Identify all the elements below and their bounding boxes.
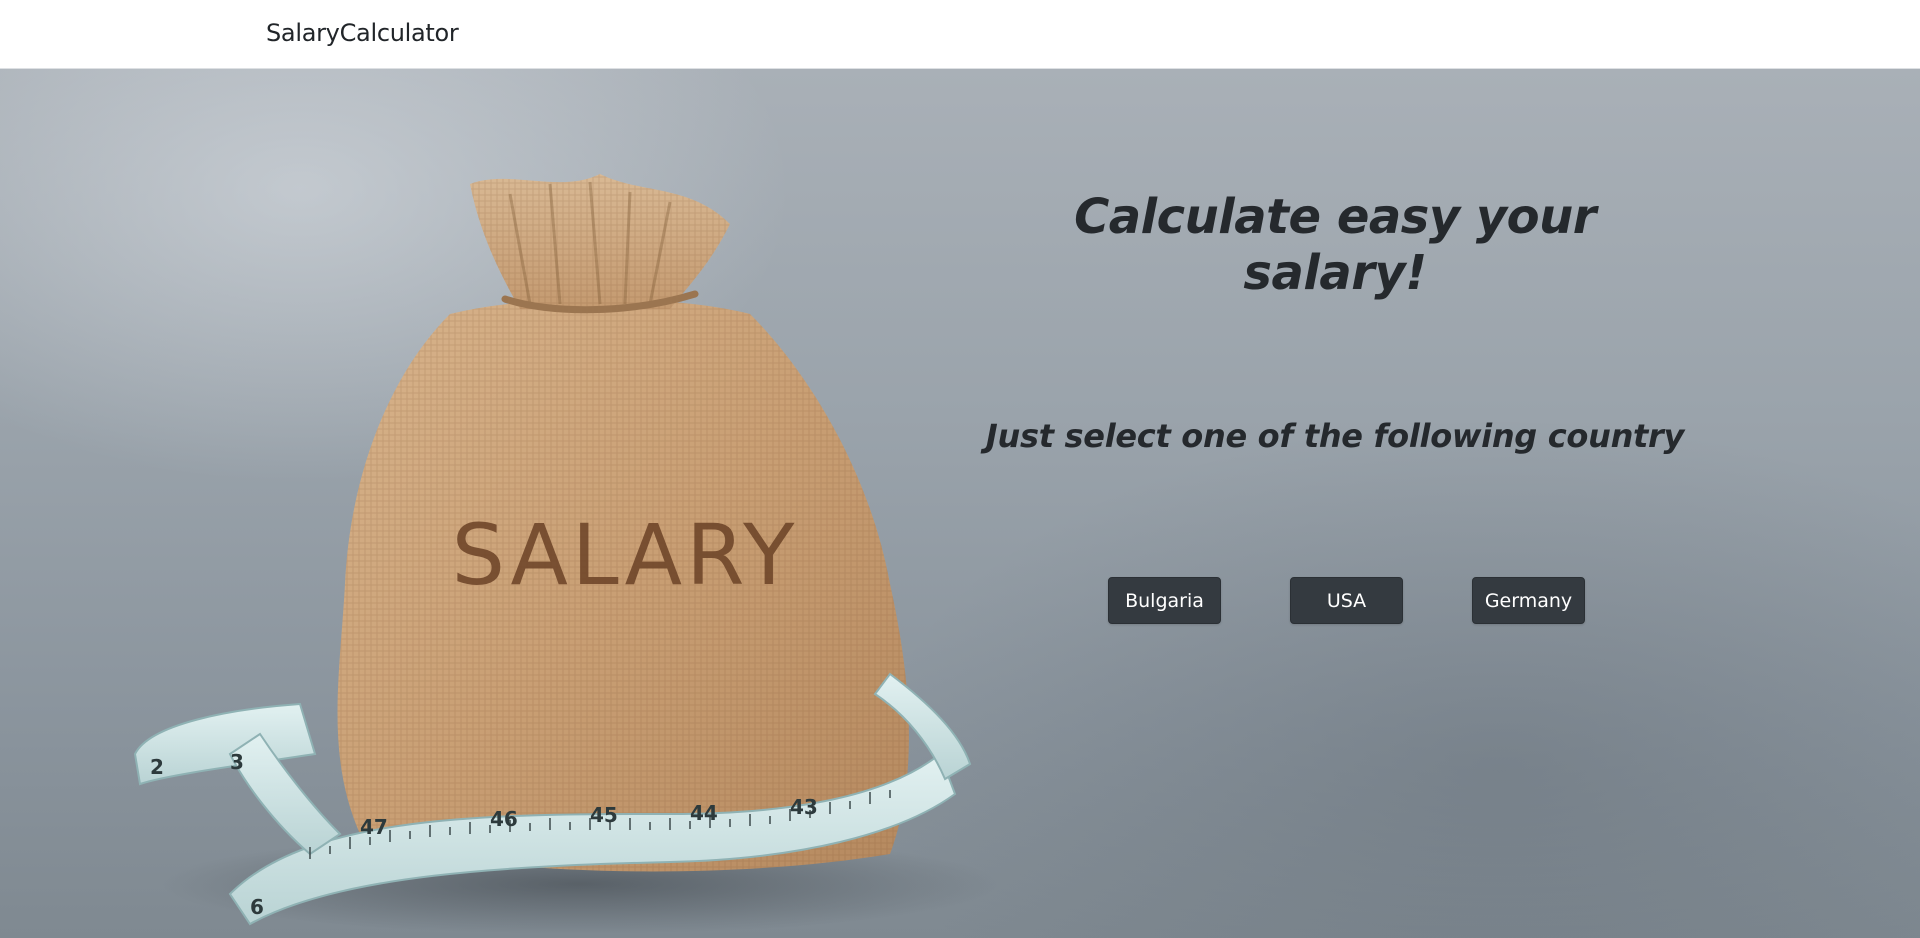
- tape-number: 2: [150, 755, 164, 779]
- country-button-germany[interactable]: Germany: [1472, 577, 1585, 624]
- tape-number: 46: [490, 807, 518, 831]
- bag-label-text: SALARY: [452, 506, 799, 604]
- tape-number: 3: [230, 750, 244, 774]
- navbar: SalaryCalculator: [0, 0, 1920, 69]
- page-headline: Calculate easy your salary!: [1074, 189, 1596, 301]
- tape-number: 47: [360, 815, 388, 839]
- tape-number: 45: [590, 803, 618, 827]
- country-button-usa[interactable]: USA: [1290, 577, 1403, 624]
- tape-number: 6: [250, 895, 264, 919]
- tape-number: 43: [790, 795, 818, 819]
- country-button-bulgaria[interactable]: Bulgaria: [1108, 577, 1221, 624]
- tape-number: 44: [690, 801, 718, 825]
- hero-section: SALARY 47 46 45 44 43 6 2 3 Calculate ea…: [0, 69, 1920, 938]
- page-subheadline: Just select one of the following country: [985, 417, 1685, 455]
- brand-link[interactable]: SalaryCalculator: [266, 19, 459, 47]
- salary-bag-image: SALARY 47 46 45 44 43 6 2 3: [133, 174, 1000, 934]
